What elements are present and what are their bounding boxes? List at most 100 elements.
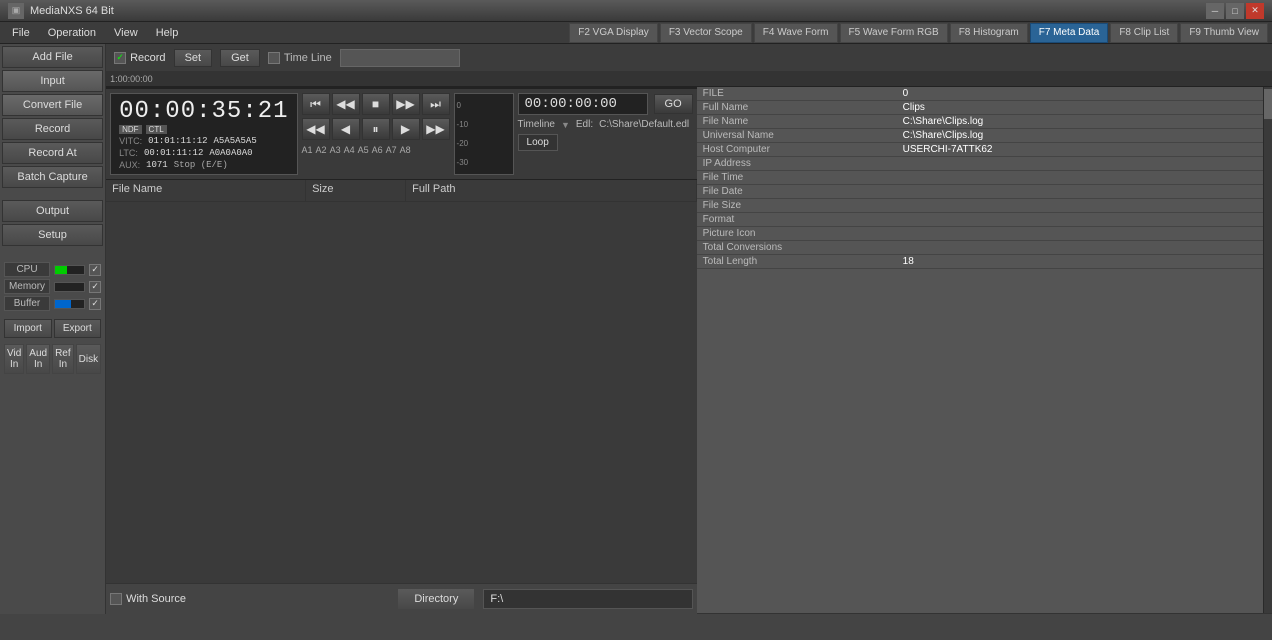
memory-label: Memory [4,279,50,294]
meta-row-filedate: File Date [697,185,1263,199]
ref-in-button[interactable]: Ref In [52,344,74,374]
ctl-badge: CTL [146,125,167,134]
cpu-label: CPU [4,262,50,277]
channel-labels: A1 A2 A3 A4 A5 A6 A7 A8 [302,145,450,155]
tc-info-vitc: VITC: 01:01:11:12 A5A5A5A5 [119,136,288,146]
meta-scroll-area: FILE0 Full NameClips File NameC:\Share\C… [697,87,1263,613]
buffer-check[interactable]: ✓ [89,298,101,310]
rewind-button[interactable]: ◀◀ [332,93,360,115]
timeline-info-label: Timeline [518,119,555,130]
tab-f3[interactable]: F3 Vector Scope [660,23,752,43]
get-button[interactable]: Get [220,49,260,67]
meta-row-fullname: Full NameClips [697,101,1263,115]
play-button[interactable]: ▶ [392,118,420,140]
memory-status-row: Memory ✓ [4,279,101,294]
ruler-start: 1:00:00:00 [110,74,153,84]
add-file-button[interactable]: Add File [2,46,103,68]
vitc-val: 01:01:11:12 [148,136,207,146]
memory-check[interactable]: ✓ [89,281,101,293]
goto-end-button[interactable]: ⏭ [422,93,450,115]
record-button[interactable]: Record [2,118,103,140]
tab-f8[interactable]: F8 Histogram [950,23,1028,43]
vid-in-button[interactable]: Vid In [4,344,24,374]
minimize-button[interactable]: ─ [1206,3,1224,19]
stop-button[interactable]: ■ [362,93,390,115]
memory-bar-track [54,282,85,292]
tab-f7[interactable]: F7 Meta Data [1030,23,1109,43]
directory-input[interactable] [483,589,692,609]
col-header-size: Size [306,180,406,201]
record-check-label: ✓ Record [114,52,165,64]
tab-f5[interactable]: F5 Wave Form RGB [840,23,948,43]
step-fwd-button[interactable]: ▶▶ [422,118,450,140]
meta-row-totallength: Total Length18 [697,255,1263,269]
step-back-button[interactable]: ◀ [332,118,360,140]
meta-row-universalname: Universal NameC:\Share\Clips.log [697,129,1263,143]
step-back-far-button[interactable]: ◀◀ [302,118,330,140]
go-button[interactable]: GO [654,94,693,114]
buffer-status-row: Buffer ✓ [4,296,101,311]
meta-scrollbar[interactable] [1263,87,1272,613]
cpu-bar-track [54,265,85,275]
ffwd-button[interactable]: ▶▶ [392,93,420,115]
import-export-row: Import Export [2,317,103,340]
edl-path: C:\Share\Default.edl [599,119,689,130]
meta-wrapper: FILE0 Full NameClips File NameC:\Share\C… [697,87,1272,613]
tab-f2[interactable]: F2 VGA Display [569,23,658,43]
edl-label: Edl: [576,119,593,130]
maximize-button[interactable]: □ [1226,3,1244,19]
record-at-button[interactable]: Record At [2,142,103,164]
output-button[interactable]: Output [2,200,103,222]
timeline-checkbox[interactable] [268,52,280,64]
import-button[interactable]: Import [4,319,52,338]
col-header-filename: File Name [106,180,306,201]
buffer-label: Buffer [4,296,50,311]
meta-row-file: FILE0 [697,87,1263,101]
menu-view[interactable]: View [106,25,146,41]
tab-f8c[interactable]: F8 Clip List [1110,23,1178,43]
set-button[interactable]: Set [174,49,213,67]
dropdown-arrow[interactable]: ▼ [561,120,570,130]
goto-timecode-input[interactable] [518,93,648,115]
close-button[interactable]: ✕ [1246,3,1264,19]
lower-section: 00:00:35:21 NDF CTL VITC: 01:01:11:12 A5… [106,87,1272,614]
with-source-check: With Source [110,593,186,605]
app-title: MediaNXS 64 Bit [30,5,1206,17]
export-button[interactable]: Export [54,319,102,338]
transport-section: 00:00:35:21 NDF CTL VITC: 01:01:11:12 A5… [106,87,697,180]
tab-f4[interactable]: F4 Wave Form [754,23,838,43]
main-layout: Add File Input Convert File Record Recor… [0,44,1272,614]
aud-in-button[interactable]: Aud In [26,344,50,374]
sidebar: Add File Input Convert File Record Recor… [0,44,106,614]
setup-button[interactable]: Setup [2,224,103,246]
pause-button[interactable]: ⏸ [362,118,390,140]
menu-help[interactable]: Help [148,25,187,41]
meta-row-format: Format [697,213,1263,227]
ltc-val: 00:01:11:12 [144,148,203,158]
meta-scroll-thumb[interactable] [1264,89,1272,119]
convert-file-button[interactable]: Convert File [2,94,103,116]
meta-row-totalconversions: Total Conversions [697,241,1263,255]
file-section: File Name Size Full Path [106,180,697,583]
tab-f9[interactable]: F9 Thumb View [1180,23,1268,43]
loop-button[interactable]: Loop [518,134,558,151]
vitc-code: A5A5A5A5 [214,136,257,146]
input-button[interactable]: Input [2,70,103,92]
meta-row-filetime: File Time [697,171,1263,185]
disk-button[interactable]: Disk [76,344,101,374]
ltc-label: LTC: [119,148,138,158]
loop-row: Loop [518,134,693,151]
meta-row-hostcomputer: Host ComputerUSERCHI-7ATTK62 [697,143,1263,157]
cpu-check[interactable]: ✓ [89,264,101,276]
goto-start-button[interactable]: ⏮ [302,93,330,115]
top-bar: ✓ Record Set Get Time Line Clip [106,44,1272,72]
batch-capture-button[interactable]: Batch Capture [2,166,103,188]
bottom-bar: With Source Directory [106,583,697,614]
directory-button[interactable]: Directory [397,588,475,610]
timeline-input[interactable] [340,49,460,67]
record-checkbox[interactable]: ✓ [114,52,126,64]
menu-file[interactable]: File [4,25,38,41]
transport-row-2: ◀◀ ◀ ⏸ ▶ ▶▶ [302,118,450,140]
with-source-checkbox[interactable] [110,593,122,605]
menu-operation[interactable]: Operation [40,25,104,41]
